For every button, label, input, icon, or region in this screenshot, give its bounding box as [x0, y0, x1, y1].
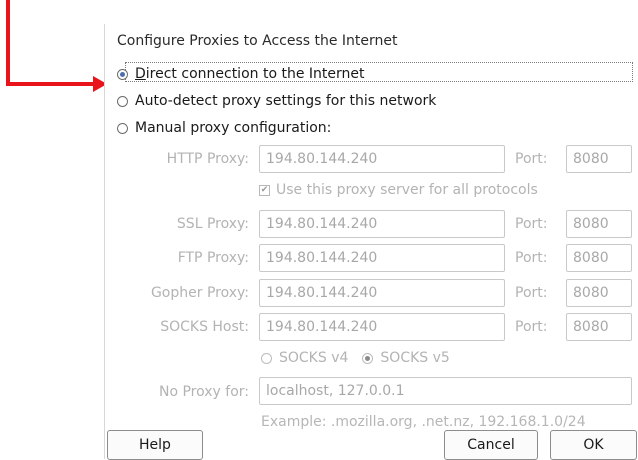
ftp-port-field[interactable]: 8080 — [566, 244, 632, 272]
port-label: Port: — [515, 319, 548, 335]
radio-button[interactable] — [261, 352, 272, 364]
checkbox-checked[interactable]: ✔ — [259, 184, 270, 196]
dialog-section-title: Configure Proxies to Access the Internet — [117, 33, 398, 49]
radio-label-direct: Direct connection to the Internet — [135, 66, 365, 82]
ssl-port-field[interactable]: 8080 — [566, 210, 632, 238]
radio-button-selected[interactable] — [362, 352, 374, 364]
radio-manual-proxy[interactable]: Manual proxy configuration: — [117, 120, 331, 136]
port-label: Port: — [515, 285, 548, 301]
no-proxy-example: Example: .mozilla.org, .net.nz, 192.168.… — [261, 414, 586, 430]
annotation-arrow-line — [6, 0, 10, 86]
help-button[interactable]: Help — [107, 430, 203, 460]
radio-label-auto: Auto-detect proxy settings for this netw… — [135, 93, 437, 109]
radio-socks-v4[interactable]: SOCKS v4 — [261, 350, 348, 366]
radio-auto-detect[interactable]: Auto-detect proxy settings for this netw… — [117, 93, 436, 109]
socks-v4-label: SOCKS v4 — [279, 350, 349, 366]
gopher-proxy-label: Gopher Proxy: — [150, 285, 249, 301]
port-label: Port: — [515, 151, 548, 167]
radio-button[interactable] — [117, 122, 128, 134]
http-port-field[interactable]: 8080 — [566, 145, 632, 173]
radio-button-selected[interactable] — [117, 68, 128, 80]
radio-label-manual: Manual proxy configuration: — [135, 120, 332, 136]
annotation-arrow-line — [6, 82, 94, 86]
ok-button[interactable]: OK — [550, 430, 637, 460]
ssl-proxy-field[interactable]: 194.80.144.240 — [259, 210, 505, 238]
no-proxy-label: No Proxy for: — [158, 384, 249, 400]
radio-button[interactable] — [117, 95, 128, 107]
port-label: Port: — [515, 250, 548, 266]
cancel-button[interactable]: Cancel — [444, 430, 538, 460]
no-proxy-field[interactable]: localhost, 127.0.0.1 — [259, 377, 632, 405]
radio-socks-v5[interactable]: SOCKS v5 — [362, 350, 450, 366]
socks-host-label: SOCKS Host: — [160, 319, 249, 335]
gopher-port-field[interactable]: 8080 — [566, 279, 632, 307]
port-label: Port: — [515, 216, 548, 232]
proxy-settings-dialog: Configure Proxies to Access the Internet… — [104, 24, 638, 460]
socks-version-group: SOCKS v4 SOCKS v5 — [261, 350, 464, 366]
socks-host-field[interactable]: 194.80.144.240 — [259, 313, 505, 341]
http-proxy-label: HTTP Proxy: — [166, 151, 249, 167]
ftp-proxy-label: FTP Proxy: — [177, 250, 249, 266]
ssl-proxy-label: SSL Proxy: — [176, 216, 249, 232]
ftp-proxy-field[interactable]: 194.80.144.240 — [259, 244, 505, 272]
use-same-proxy-checkbox[interactable]: ✔ Use this proxy server for all protocol… — [259, 182, 538, 198]
socks-port-field[interactable]: 8080 — [566, 313, 632, 341]
gopher-proxy-field[interactable]: 194.80.144.240 — [259, 279, 505, 307]
use-same-proxy-label: Use this proxy server for all protocols — [276, 182, 538, 198]
socks-v5-label: SOCKS v5 — [380, 350, 450, 366]
radio-direct-connection[interactable]: Direct connection to the Internet — [117, 66, 364, 82]
http-proxy-field[interactable]: 194.80.144.240 — [259, 145, 505, 173]
